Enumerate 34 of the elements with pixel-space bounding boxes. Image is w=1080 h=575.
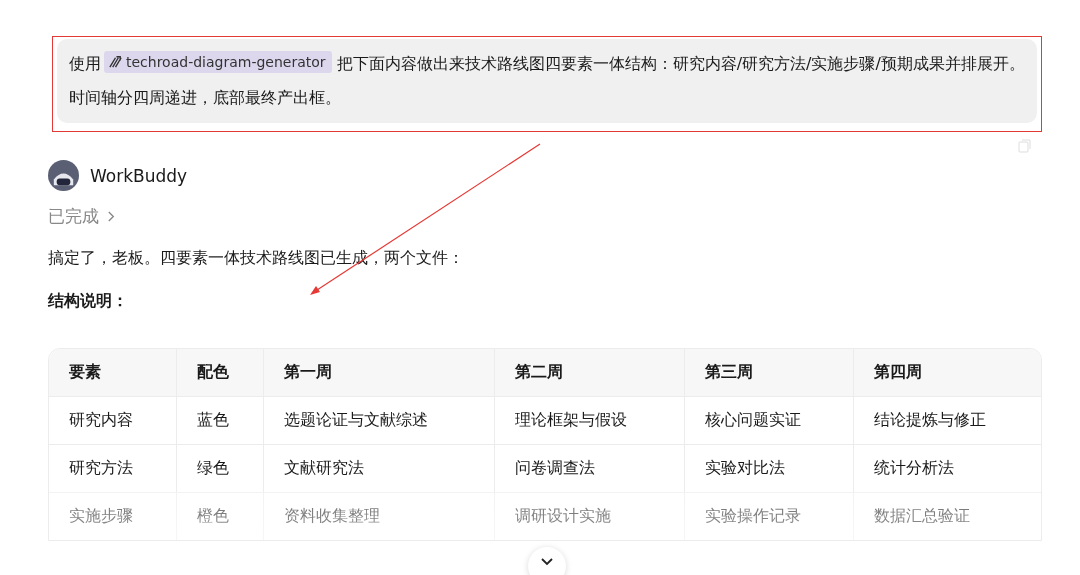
table-cell-text: 实施步骤 bbox=[68, 505, 134, 527]
agent-name: WorkBuddy bbox=[90, 165, 188, 186]
section-heading: 结构说明： bbox=[48, 291, 129, 312]
prompt-text: 使用 techroad-diagram-generator 把下面内容做出来技术路线图四要素一体结构：研究内容/研究方法/实施步骤/预期成果并排展开。时间轴分四周递进，底部最终产出框。 bbox=[69, 47, 1025, 115]
table-cell: 实验对比法 bbox=[684, 445, 853, 492]
table-cell: 统计分析法 bbox=[853, 445, 1041, 492]
table-cell: 文献研究法 bbox=[263, 445, 494, 492]
table-cell: 选题论证与文献综述 bbox=[263, 397, 494, 444]
table-cell: 蓝色 bbox=[176, 397, 263, 444]
status-toggle[interactable]: 已完成 bbox=[48, 205, 116, 228]
column-header: 第二周 bbox=[494, 349, 684, 396]
table-cell: 核心问题实证 bbox=[684, 397, 853, 444]
column-header: 第四周 bbox=[853, 349, 1041, 396]
table-cell: 橙色 bbox=[176, 493, 263, 540]
avatar-icon bbox=[48, 160, 79, 191]
scroll-down-button[interactable] bbox=[528, 547, 566, 575]
reply-message: 搞定了，老板。四要素一体技术路线图已生成，两个文件： bbox=[48, 248, 465, 269]
table-cell: 数据汇总验证 bbox=[853, 493, 1041, 540]
chevron-right-icon bbox=[107, 210, 116, 223]
table-cell: 绿色 bbox=[176, 445, 263, 492]
table-cell-text: 研究内容 bbox=[68, 409, 134, 431]
column-header: 配色 bbox=[176, 349, 263, 396]
table-cell: 问卷调查法 bbox=[494, 445, 684, 492]
table-cell: 资料收集整理 bbox=[263, 493, 494, 540]
chevron-down-icon bbox=[540, 557, 554, 567]
column-header: 第一周 bbox=[263, 349, 494, 396]
table-cell: 调研设计实施 bbox=[494, 493, 684, 540]
table-cell-text: 研究方法 bbox=[68, 457, 134, 479]
column-header: 要素 bbox=[68, 361, 102, 383]
table-cell: 结论提炼与修正 bbox=[853, 397, 1041, 444]
skill-icon bbox=[108, 54, 123, 69]
table-cell: 实验操作记录 bbox=[684, 493, 853, 540]
table-cell: 理论框架与假设 bbox=[494, 397, 684, 444]
column-header: 第三周 bbox=[684, 349, 853, 396]
